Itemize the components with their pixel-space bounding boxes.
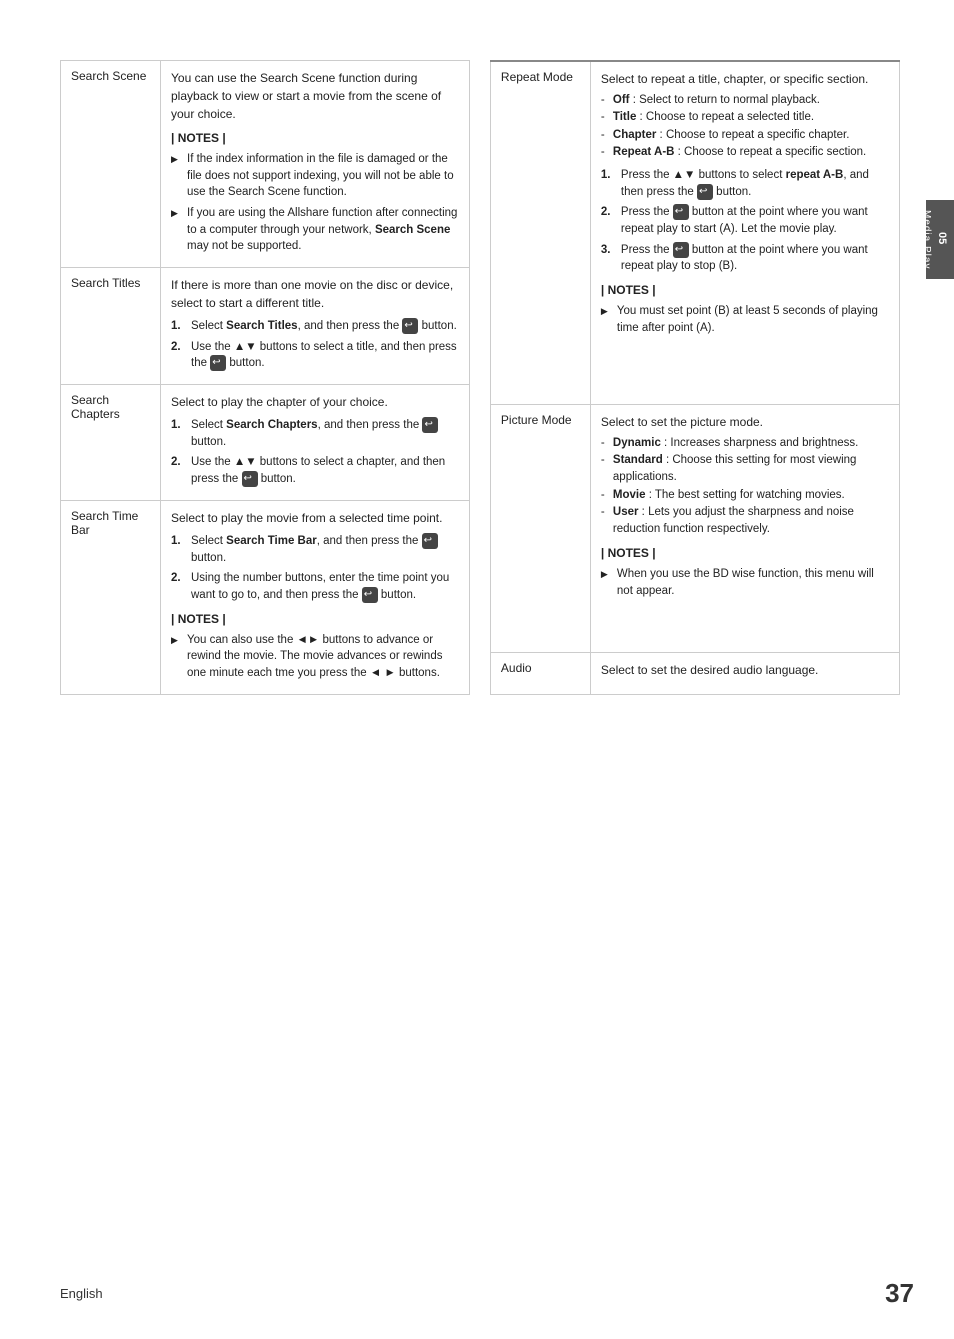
search-time-bar-intro: Select to play the movie from a selected… bbox=[171, 509, 459, 527]
search-chapters-label: Search Chapters bbox=[61, 385, 161, 501]
repeat-mode-bullets: Off : Select to return to normal playbac… bbox=[601, 92, 889, 161]
tab-chapter-number: 05 bbox=[936, 232, 948, 244]
picture-mode-bullets: Dynamic : Increases sharpness and bright… bbox=[601, 435, 889, 539]
search-time-bar-note-1: You can also use the ◄► buttons to advan… bbox=[171, 632, 459, 682]
repeat-mode-note-1: You must set point (B) at least 5 second… bbox=[601, 303, 889, 336]
list-item: 1. Select Search Titles, and then press … bbox=[171, 318, 459, 335]
list-item: 2. Press the button at the point where y… bbox=[601, 204, 889, 237]
picture-mode-notes-header: | NOTES | bbox=[601, 544, 889, 562]
list-item: Chapter : Choose to repeat a specific ch… bbox=[601, 127, 889, 144]
repeat-mode-label: Repeat Mode bbox=[490, 61, 590, 404]
repeat-mode-notes-header: | NOTES | bbox=[601, 281, 889, 299]
table-row: Search Time Bar Select to play the movie… bbox=[61, 500, 470, 694]
table-row: Repeat Mode Select to repeat a title, ch… bbox=[490, 61, 899, 404]
tab-chapter-title: Media Play bbox=[921, 210, 932, 269]
table-row: Picture Mode Select to set the picture m… bbox=[490, 404, 899, 652]
list-item: 2. Use the ▲▼ buttons to select a title,… bbox=[171, 339, 459, 372]
button-icon bbox=[422, 417, 438, 433]
list-item: Off : Select to return to normal playbac… bbox=[601, 92, 889, 109]
search-scene-notes-header: | NOTES | bbox=[171, 129, 459, 147]
list-item: Dynamic : Increases sharpness and bright… bbox=[601, 435, 889, 452]
repeat-mode-intro: Select to repeat a title, chapter, or sp… bbox=[601, 70, 889, 88]
audio-label: Audio bbox=[490, 652, 590, 694]
list-item: Standard : Choose this setting for most … bbox=[601, 452, 889, 487]
search-time-bar-content: Select to play the movie from a selected… bbox=[161, 500, 470, 694]
repeat-mode-steps: 1. Press the ▲▼ buttons to select repeat… bbox=[601, 167, 889, 275]
table-row: Search Titles If there is more than one … bbox=[61, 268, 470, 385]
list-item: Repeat A-B : Choose to repeat a specific… bbox=[601, 144, 889, 161]
right-table: Repeat Mode Select to repeat a title, ch… bbox=[490, 60, 900, 695]
search-titles-steps: 1. Select Search Titles, and then press … bbox=[171, 318, 459, 372]
search-scene-content: You can use the Search Scene function du… bbox=[161, 61, 470, 268]
list-item: 3. Press the button at the point where y… bbox=[601, 242, 889, 275]
audio-intro: Select to set the desired audio language… bbox=[601, 661, 889, 679]
page-number: 37 bbox=[885, 1278, 914, 1309]
search-scene-intro: You can use the Search Scene function du… bbox=[171, 69, 459, 123]
page-wrapper: 05 Media Play Search Scene You can use t… bbox=[0, 0, 954, 1339]
button-icon bbox=[673, 204, 689, 220]
list-item: 2. Use the ▲▼ buttons to select a chapte… bbox=[171, 454, 459, 487]
left-table: Search Scene You can use the Search Scen… bbox=[60, 60, 470, 695]
search-scene-label: Search Scene bbox=[61, 61, 161, 268]
button-icon bbox=[422, 533, 438, 549]
repeat-mode-content: Select to repeat a title, chapter, or sp… bbox=[590, 61, 899, 404]
search-scene-note-2: If you are using the Allshare function a… bbox=[171, 205, 459, 255]
button-icon bbox=[402, 318, 418, 334]
search-time-bar-steps: 1. Select Search Time Bar, and then pres… bbox=[171, 533, 459, 604]
list-item: Title : Choose to repeat a selected titl… bbox=[601, 109, 889, 126]
table-row: Search Chapters Select to play the chapt… bbox=[61, 385, 470, 501]
search-titles-content: If there is more than one movie on the d… bbox=[161, 268, 470, 385]
bottom-bar: English 37 bbox=[0, 1278, 954, 1309]
button-icon bbox=[697, 184, 713, 200]
search-scene-bold: Search Scene bbox=[375, 224, 450, 236]
search-chapters-content: Select to play the chapter of your choic… bbox=[161, 385, 470, 501]
button-icon bbox=[210, 355, 226, 371]
search-time-bar-notes-header: | NOTES | bbox=[171, 610, 459, 628]
side-tab: 05 Media Play bbox=[926, 200, 954, 279]
language-label: English bbox=[60, 1286, 103, 1301]
search-scene-note-1: If the index information in the file is … bbox=[171, 151, 459, 201]
picture-mode-intro: Select to set the picture mode. bbox=[601, 413, 889, 431]
table-row: Search Scene You can use the Search Scen… bbox=[61, 61, 470, 268]
search-titles-label: Search Titles bbox=[61, 268, 161, 385]
list-item: Movie : The best setting for watching mo… bbox=[601, 487, 889, 504]
picture-mode-content: Select to set the picture mode. Dynamic … bbox=[590, 404, 899, 652]
list-item: User : Lets you adjust the sharpness and… bbox=[601, 504, 889, 539]
search-chapters-steps: 1. Select Search Chapters, and then pres… bbox=[171, 417, 459, 488]
button-icon bbox=[242, 471, 258, 487]
picture-mode-note-1: When you use the BD wise function, this … bbox=[601, 566, 889, 599]
search-titles-intro: If there is more than one movie on the d… bbox=[171, 276, 459, 312]
list-item: 1. Press the ▲▼ buttons to select repeat… bbox=[601, 167, 889, 200]
button-icon bbox=[673, 242, 689, 258]
picture-mode-label: Picture Mode bbox=[490, 404, 590, 652]
list-item: 1. Select Search Time Bar, and then pres… bbox=[171, 533, 459, 566]
button-icon bbox=[362, 587, 378, 603]
list-item: 2. Using the number buttons, enter the t… bbox=[171, 570, 459, 603]
audio-content: Select to set the desired audio language… bbox=[590, 652, 899, 694]
table-row: Audio Select to set the desired audio la… bbox=[490, 652, 899, 694]
search-chapters-intro: Select to play the chapter of your choic… bbox=[171, 393, 459, 411]
list-item: 1. Select Search Chapters, and then pres… bbox=[171, 417, 459, 450]
content-area: Search Scene You can use the Search Scen… bbox=[60, 60, 914, 695]
search-time-bar-label: Search Time Bar bbox=[61, 500, 161, 694]
